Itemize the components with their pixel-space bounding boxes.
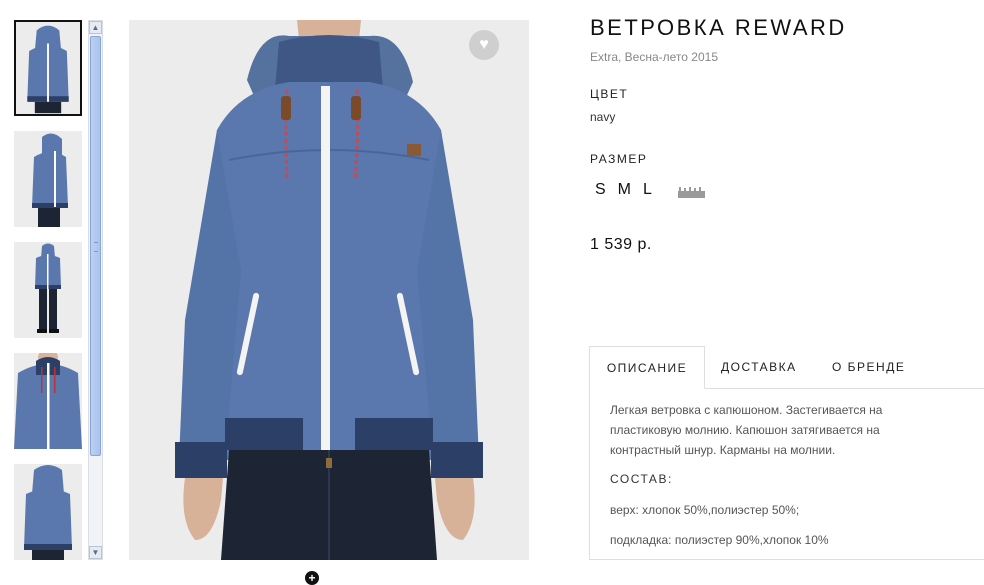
composition-outer: верх: хлопок 50%,полиэстер 50%; (610, 503, 800, 517)
main-product-image[interactable] (129, 20, 529, 560)
color-label: ЦВЕТ (590, 87, 629, 101)
ruler-icon[interactable] (677, 185, 705, 198)
thumbnail-full-body-image (14, 242, 82, 338)
scrollbar-thumb[interactable] (90, 36, 101, 456)
jacket-photo (129, 20, 529, 560)
scrollbar-grip-icon (94, 242, 98, 252)
thumbnail-back-image (14, 464, 82, 560)
scroll-down-arrow-icon[interactable]: ▼ (89, 546, 102, 559)
size-option-m[interactable]: M (612, 181, 637, 199)
thumbnail-back[interactable] (14, 464, 82, 560)
thumbnail-front[interactable] (14, 20, 82, 116)
product-price: 1 539 р. (590, 236, 652, 253)
scroll-up-arrow-icon[interactable]: ▲ (89, 21, 102, 34)
info-tabs: ОПИСАНИЕ ДОСТАВКА О БРЕНДЕ (589, 346, 984, 389)
thumbnail-front-image (16, 22, 80, 114)
thumbnail-scrollbar[interactable]: ▲ ▼ (88, 20, 103, 560)
thumbnail-full-body[interactable] (14, 242, 82, 338)
composition-lining: подкладка: полиэстер 90%,хлопок 10% (610, 533, 829, 547)
thumbnail-detail-image (14, 353, 82, 449)
color-value: navy (590, 110, 616, 124)
product-subtitle: Extra, Весна-лето 2015 (590, 50, 718, 64)
product-title: ВЕТРОВКА REWARD (590, 15, 847, 40)
zoom-plus-icon[interactable]: + (305, 571, 319, 585)
product-description: Легкая ветровка с капюшоном. Застегивает… (610, 403, 883, 457)
favorite-heart-icon[interactable]: ♥ (469, 30, 499, 60)
tab-description[interactable]: ОПИСАНИЕ (589, 346, 705, 389)
thumbnail-gallery (14, 20, 82, 575)
composition-label: СОСТАВ: (610, 472, 673, 486)
tab-about-brand[interactable]: О БРЕНДЕ (832, 346, 905, 388)
size-option-s[interactable]: S (590, 181, 612, 199)
size-label: РАЗМЕР (590, 152, 648, 166)
thumbnail-detail[interactable] (14, 353, 82, 449)
thumbnail-side-image (14, 131, 82, 227)
tab-delivery[interactable]: ДОСТАВКА (721, 346, 797, 388)
size-option-l[interactable]: L (637, 181, 658, 199)
size-selector: S M L (590, 181, 705, 199)
thumbnail-side[interactable] (14, 131, 82, 227)
